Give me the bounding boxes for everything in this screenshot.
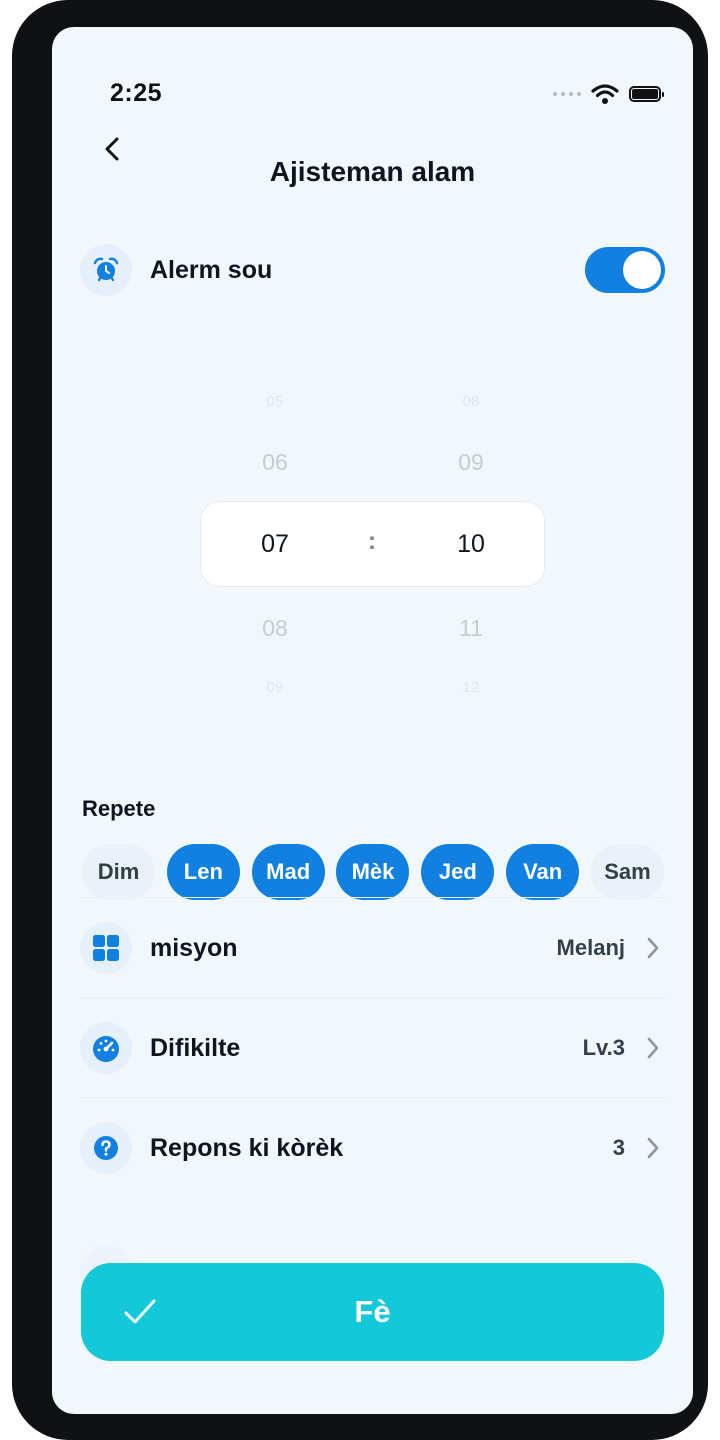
status-time: 2:25	[110, 79, 163, 107]
wifi-icon	[591, 84, 619, 104]
page-title: Ajisteman alam	[269, 156, 476, 187]
correct-answers-row[interactable]: Repons ki kòrèk 3	[80, 1097, 665, 1198]
mission-label: misyon	[150, 933, 238, 962]
day-friday[interactable]: Van	[506, 844, 580, 900]
day-sunday[interactable]: Dim	[82, 844, 155, 900]
minute-option[interactable]: 09	[431, 449, 511, 476]
difficulty-label: Difikilte	[150, 1033, 241, 1062]
hour-wheel[interactable]: 05 06 07 08 09	[235, 367, 315, 707]
cellular-signal-icon	[553, 92, 581, 96]
day-wednesday[interactable]: Mèk	[336, 844, 410, 900]
mission-row[interactable]: misyon Melanj	[80, 897, 665, 998]
time-picker[interactable]: 05 06 07 08 09 : 08 09 10 11 12	[52, 367, 693, 707]
alarm-toggle[interactable]	[585, 247, 665, 293]
hour-option[interactable]: 05	[235, 393, 315, 410]
minute-option[interactable]: 12	[431, 679, 511, 696]
minute-wheel[interactable]: 08 09 10 11 12	[431, 367, 511, 707]
battery-icon	[629, 86, 664, 102]
chevron-right-icon	[641, 1136, 665, 1160]
selected-hour[interactable]: 07	[235, 530, 315, 559]
status-icons	[553, 79, 664, 109]
done-button-label: Fè	[354, 1294, 391, 1329]
day-thursday[interactable]: Jed	[421, 844, 495, 900]
alarm-label: Alerm sou	[150, 255, 273, 284]
repeat-days: Dim Len Mad Mèk Jed Van Sam	[82, 844, 664, 900]
correct-answers-label: Repons ki kòrèk	[150, 1133, 344, 1162]
selected-minute[interactable]: 10	[431, 530, 511, 559]
time-separator: :	[367, 527, 377, 555]
toggle-knob	[623, 251, 661, 289]
day-monday[interactable]: Len	[166, 844, 240, 900]
chevron-right-icon	[641, 1036, 665, 1060]
hour-option[interactable]: 09	[235, 679, 315, 696]
mission-value: Melanj	[556, 935, 625, 960]
done-button[interactable]: Fè	[81, 1263, 664, 1361]
correct-answers-value: 3	[612, 1135, 625, 1160]
speedometer-icon	[80, 1022, 132, 1074]
chevron-right-icon	[641, 936, 665, 960]
grid-icon	[80, 922, 132, 974]
day-tuesday[interactable]: Mad	[251, 844, 325, 900]
device-frame: 2:25 Ajisteman alam Alerm sou 05 06 07 0…	[12, 0, 708, 1440]
hour-option[interactable]: 08	[235, 615, 315, 642]
app-screen: 2:25 Ajisteman alam Alerm sou 05 06 07 0…	[52, 27, 693, 1414]
alarm-toggle-row: Alerm sou	[80, 220, 665, 320]
repeat-label: Repete	[82, 796, 156, 821]
question-icon	[80, 1122, 132, 1174]
day-saturday[interactable]: Sam	[590, 844, 664, 900]
alarm-clock-icon	[80, 244, 132, 296]
minute-option[interactable]: 11	[431, 615, 511, 642]
difficulty-row[interactable]: Difikilte Lv.3	[80, 997, 665, 1098]
difficulty-value: Lv.3	[582, 1035, 625, 1060]
minute-option[interactable]: 08	[431, 393, 511, 410]
hour-option[interactable]: 06	[235, 449, 315, 476]
